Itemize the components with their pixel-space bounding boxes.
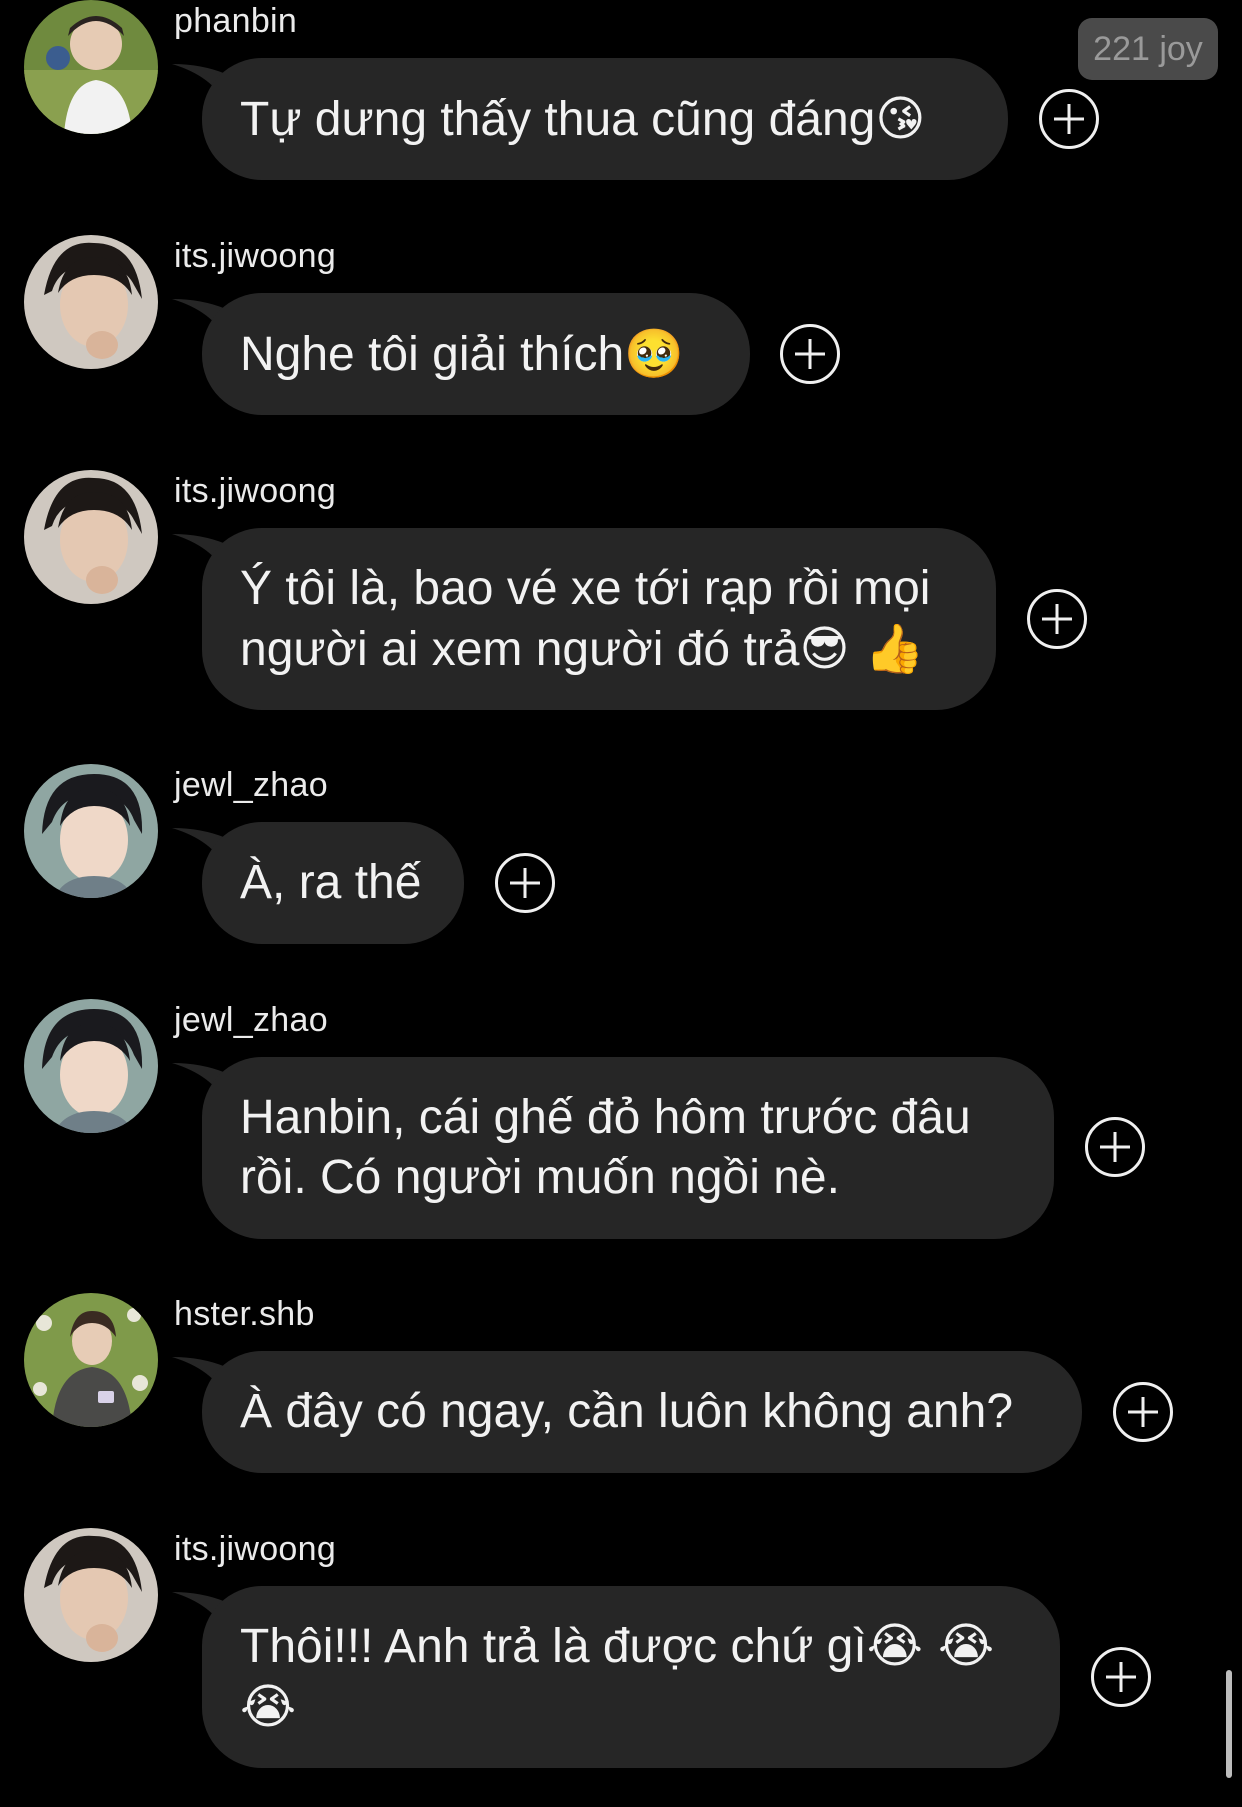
- avatar-hster-shb[interactable]: [24, 1293, 158, 1427]
- message-text: Tự dưng thấy thua cũng đáng: [240, 92, 876, 146]
- message-bubble[interactable]: Ý tôi là, bao vé xe tới rạp rồi mọi ngườ…: [202, 528, 996, 710]
- message-bubble[interactable]: Hanbin, cái ghế đỏ hôm trước đâu rồi. Có…: [202, 1057, 1054, 1239]
- message-bubble[interactable]: À đây có ngay, cần luôn không anh?: [202, 1351, 1082, 1473]
- scrollbar[interactable]: [1226, 1670, 1232, 1778]
- username: jewl_zhao: [174, 1001, 328, 1039]
- add-reaction-button[interactable]: [1085, 1117, 1145, 1177]
- add-reaction-button[interactable]: [1113, 1382, 1173, 1442]
- add-reaction-button[interactable]: [495, 853, 555, 913]
- avatar-phanbin[interactable]: [24, 0, 158, 134]
- message-text-line-1: Ý tôi là, bao vé xe tới rạp rồi mọi: [240, 561, 931, 615]
- message-text-line-1: Thôi!!! Anh trả là được chứ gì: [240, 1620, 867, 1673]
- crying-face-emoji: 😭: [240, 1679, 297, 1735]
- username: jewl_zhao: [174, 766, 328, 804]
- message-text: Nghe tôi giải thích: [240, 327, 625, 381]
- message-text: À, ra thế: [240, 856, 422, 909]
- avatar-its-jiwoong[interactable]: [24, 1528, 158, 1662]
- kissing-face-emoji: 😘: [875, 90, 926, 147]
- pleading-face-emoji: 🥹: [624, 325, 684, 382]
- sunglasses-thumbs-up-emoji: 😎 👍: [799, 620, 925, 677]
- username: phanbin: [174, 2, 298, 40]
- avatar-jewl-zhao[interactable]: [24, 764, 158, 898]
- message-bubble[interactable]: À, ra thế: [202, 822, 464, 944]
- message-text-line-1: Hanbin, cái ghế đỏ hôm trước đâu: [240, 1091, 971, 1144]
- username: hster.shb: [174, 1295, 315, 1333]
- message-text-line-2: rồi. Có người muốn ngồi nè.: [240, 1151, 840, 1204]
- message-bubble[interactable]: Tự dưng thấy thua cũng đáng😘: [202, 58, 1008, 180]
- username: its.jiwoong: [174, 237, 337, 275]
- add-reaction-button[interactable]: [1091, 1647, 1151, 1707]
- avatar-its-jiwoong[interactable]: [24, 470, 158, 604]
- timestamp-badge: 221 joy: [1078, 18, 1218, 80]
- avatar-its-jiwoong[interactable]: [24, 235, 158, 369]
- message-text: À đây có ngay, cần luôn không anh?: [240, 1385, 1014, 1438]
- avatar-jewl-zhao[interactable]: [24, 999, 158, 1133]
- message-bubble[interactable]: Thôi!!! Anh trả là được chứ gì😭 😭 😭: [202, 1586, 1060, 1768]
- username: its.jiwoong: [174, 472, 337, 510]
- add-reaction-button[interactable]: [1039, 89, 1099, 149]
- add-reaction-button[interactable]: [780, 324, 840, 384]
- message-bubble[interactable]: Nghe tôi giải thích🥹: [202, 293, 750, 415]
- crying-face-emoji: 😭 😭: [866, 1618, 995, 1674]
- add-reaction-button[interactable]: [1027, 589, 1087, 649]
- username: its.jiwoong: [174, 1530, 337, 1568]
- message-text-line-2: người ai xem người đó trả: [240, 622, 800, 676]
